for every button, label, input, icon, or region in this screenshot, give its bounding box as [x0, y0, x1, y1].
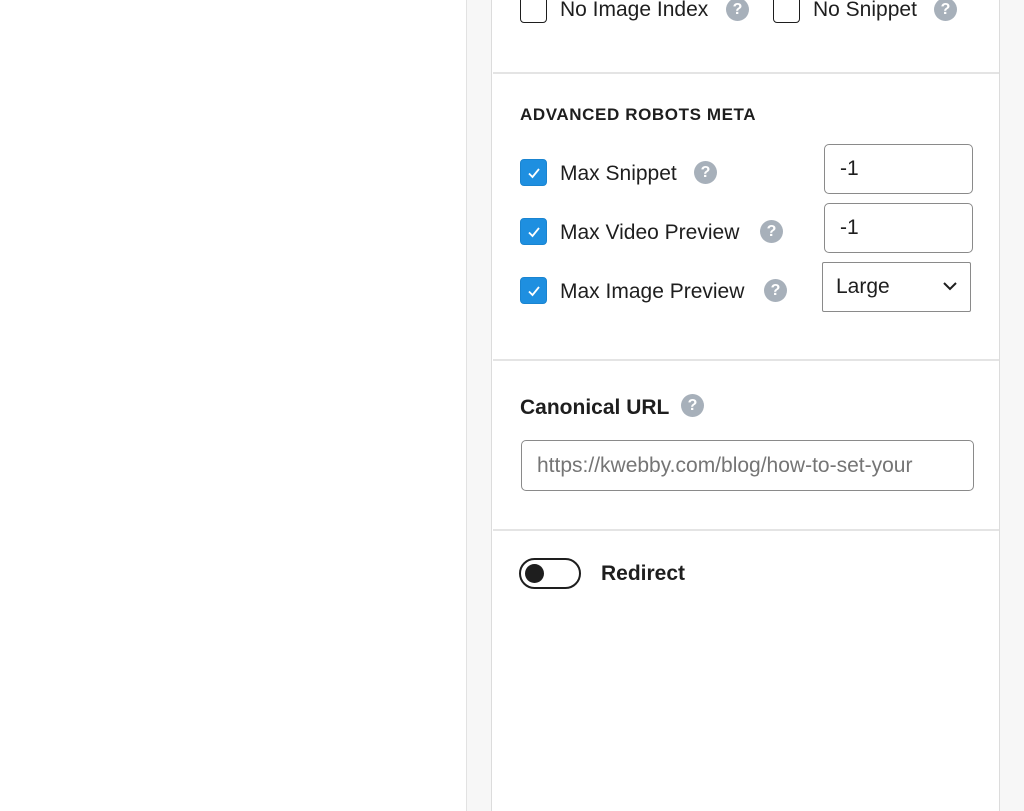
section-divider: [493, 72, 999, 74]
checkmark-icon: [527, 226, 540, 237]
scroll-track[interactable]: [999, 0, 1024, 811]
chevron-down-icon: [943, 282, 957, 291]
help-icon[interactable]: ?: [764, 279, 787, 302]
checkmark-icon: [527, 167, 540, 178]
redirect-toggle[interactable]: [519, 558, 581, 589]
no-snippet-checkbox[interactable]: [773, 0, 800, 23]
editor-canvas-area: [0, 0, 466, 811]
max-snippet-input[interactable]: [824, 144, 973, 194]
no-image-index-label: No Image Index: [560, 0, 709, 21]
section-divider: [493, 359, 999, 361]
max-image-preview-checkbox[interactable]: [520, 277, 547, 304]
sidebar-gutter: [466, 0, 492, 811]
max-image-preview-selected: Large: [836, 275, 890, 298]
section-divider: [493, 529, 999, 531]
max-snippet-checkbox[interactable]: [520, 159, 547, 186]
toggle-knob: [525, 564, 544, 583]
redirect-label: Redirect: [601, 562, 686, 585]
help-icon[interactable]: ?: [726, 0, 749, 21]
no-image-index-checkbox[interactable]: [520, 0, 547, 23]
no-snippet-label: No Snippet: [813, 0, 917, 21]
seo-settings-panel: No Image Index ? No Snippet ? ADVANCED R…: [493, 0, 999, 811]
help-icon[interactable]: ?: [694, 161, 717, 184]
canonical-url-input[interactable]: [521, 440, 974, 491]
max-image-preview-label: Max Image Preview: [560, 280, 745, 303]
checkmark-icon: [527, 285, 540, 296]
help-icon[interactable]: ?: [934, 0, 957, 21]
max-video-preview-input[interactable]: [824, 203, 973, 253]
canonical-url-label: Canonical URL: [520, 396, 670, 419]
max-video-preview-label: Max Video Preview: [560, 221, 740, 244]
max-snippet-label: Max Snippet: [560, 162, 677, 185]
max-video-preview-checkbox[interactable]: [520, 218, 547, 245]
max-image-preview-select[interactable]: Large: [822, 262, 971, 312]
help-icon[interactable]: ?: [681, 394, 704, 417]
advanced-robots-meta-title: ADVANCED ROBOTS META: [520, 105, 757, 124]
help-icon[interactable]: ?: [760, 220, 783, 243]
